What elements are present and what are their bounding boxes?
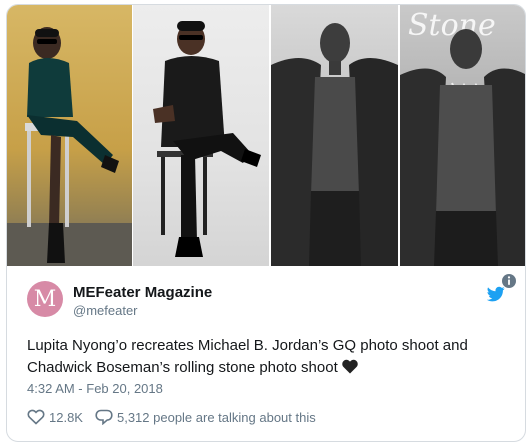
tweet-header: M MEFeater Magazine @mefeater [27,281,507,321]
avatar[interactable]: M [27,281,63,317]
photo-4-illustration: Stone [400,8,525,266]
photo-lupita-rolling-stone[interactable] [271,5,398,266]
photo-2-illustration [153,21,261,257]
photo-grid[interactable]: Stone [7,5,525,266]
photo-3-illustration [271,23,398,266]
photo-chadwick-boseman-rolling-stone[interactable]: Stone [400,5,525,266]
svg-text:Stone: Stone [408,8,496,43]
like-count: 12.8K [49,409,83,425]
photo-1-illustration [7,27,132,266]
user-handle[interactable]: @mefeater [73,303,138,318]
display-name[interactable]: MEFeater Magazine [73,284,212,301]
heart-icon[interactable] [27,409,45,425]
conversation-action[interactable]: 5,312 people are talking about this [95,409,316,425]
photo-michael-b-jordan-gq[interactable] [133,5,269,266]
tweet-body: Lupita Nyong’o recreates Michael B. Jord… [27,337,468,376]
photo-lupita-gq[interactable] [7,5,132,266]
like-action[interactable]: 12.8K [27,409,83,425]
tweet-card[interactable]: Stone M MEFeater Magazine @mefeater Lupi… [6,4,526,442]
tweet-timestamp[interactable]: 4:32 AM - Feb 20, 2018 [27,381,163,396]
info-icon[interactable] [501,273,517,289]
engagement-bar: 12.8K 5,312 people are talking about thi… [27,407,328,427]
reply-bubble-icon[interactable] [95,409,113,425]
black-heart-icon [342,359,358,374]
conversation-count: 5,312 people are talking about this [116,409,316,425]
tweet-text: Lupita Nyong’o recreates Michael B. Jord… [27,335,517,379]
